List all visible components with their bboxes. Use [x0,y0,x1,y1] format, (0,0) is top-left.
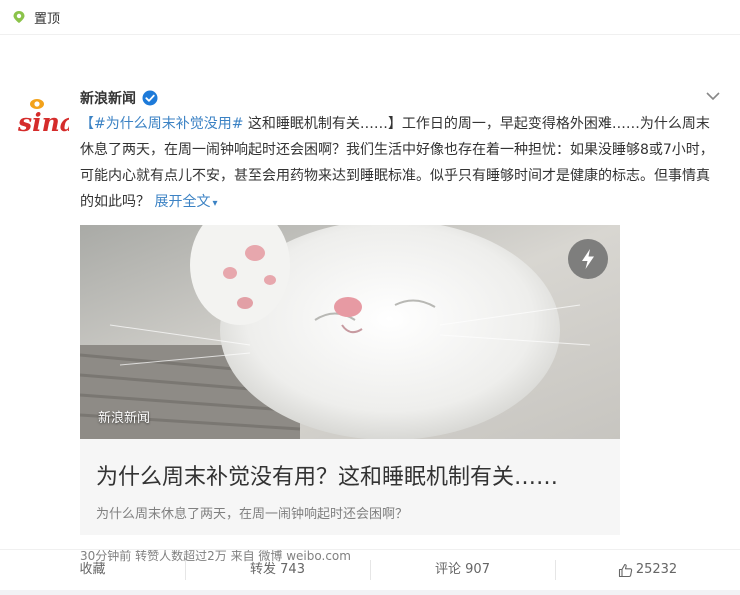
repost-button[interactable]: 转发 743 [185,550,370,590]
pin-label: 置顶 [34,11,61,27]
pinned-label-bar: 置顶 [0,0,740,35]
pin-icon [12,10,26,24]
author-row: 新浪新闻 [80,87,158,109]
sina-logo-avatar[interactable]: sina [17,95,76,139]
chevron-down-icon[interactable] [706,91,720,101]
action-bar: 收藏 转发 743 评论 907 25232 [0,549,740,590]
article-card[interactable]: 新浪新闻 为什么周末补觉没有用？这和睡眠机制有关…… 为什么周末休息了两天，在周… [80,225,620,535]
article-subtitle: 为什么周末休息了两天，在周一闹钟响起时还会困啊？ [96,507,409,522]
comment-button[interactable]: 评论 907 [370,550,555,590]
cat-image[interactable]: 新浪新闻 [80,225,620,439]
author-name[interactable]: 新浪新闻 [80,88,136,108]
hashtag-link[interactable]: 【#为什么周末补觉没用# [80,116,243,132]
lightning-icon[interactable] [568,239,608,279]
like-count: 25232 [635,562,678,577]
article-title[interactable]: 为什么周末补觉没有用？这和睡眠机制有关…… [80,439,620,491]
expand-label: 展开全文 [154,194,211,210]
favorite-label: 收藏 [79,562,106,577]
weibo-post-card: sina 新浪新闻 【#为什么周末补觉没用# 这和睡眠机制有关……】工作日的周一… [0,35,740,563]
repost-label: 转发 743 [250,562,305,577]
divider [0,590,740,595]
svg-text:sina: sina [17,108,69,137]
like-button[interactable]: 25232 [555,550,740,590]
favorite-button[interactable]: 收藏 [0,550,185,590]
verified-icon [142,90,158,106]
thumbs-up-icon [618,563,633,578]
image-watermark: 新浪新闻 [98,411,151,426]
comment-label: 评论 907 [435,562,490,577]
expand-full-text-link[interactable]: 展开全文 ▾ [154,194,217,210]
expand-chevron-icon: ▾ [212,198,218,209]
post-text: 【#为什么周末补觉没用# 这和睡眠机制有关……】工作日的周一，早起变得格外困难…… [80,111,720,217]
